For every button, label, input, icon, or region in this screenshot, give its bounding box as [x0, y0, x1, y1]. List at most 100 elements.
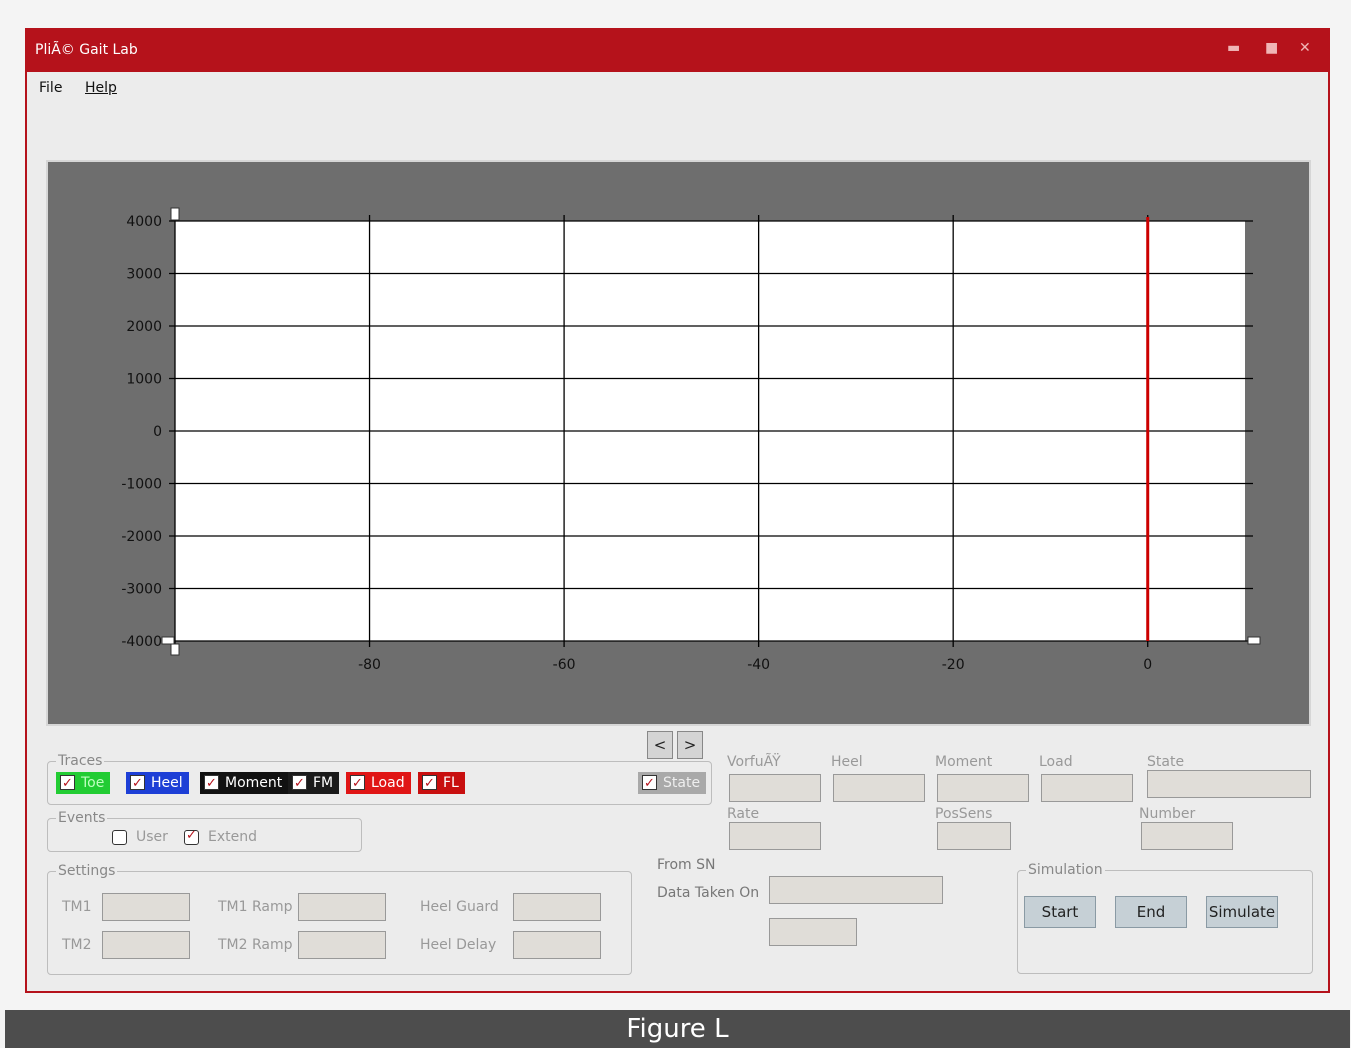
trace-checkbox[interactable]: ✓: [642, 775, 657, 791]
figure-caption: Figure L: [5, 1010, 1350, 1048]
tm1-ramp-field[interactable]: [298, 893, 386, 921]
trace-label: Load: [371, 775, 405, 791]
close-icon[interactable]: ✕: [1299, 40, 1311, 56]
events-legend: Events: [58, 810, 106, 826]
trace-checkbox[interactable]: ✓: [422, 775, 437, 791]
possens-label: PosSens: [935, 806, 993, 822]
check-icon: ✓: [424, 776, 435, 791]
y-tick-label: 2000: [126, 319, 162, 335]
y-tick-label: -3000: [121, 582, 162, 598]
end-button[interactable]: End: [1115, 896, 1187, 928]
minimize-icon[interactable]: ▬: [1227, 40, 1240, 56]
tm1-field[interactable]: [102, 893, 190, 921]
load-readout-field[interactable]: [1041, 774, 1133, 802]
heel-guard-field[interactable]: [513, 893, 601, 921]
from-sn-label: From SN: [657, 857, 716, 873]
title-bar[interactable]: PliÃ© Gait Lab ▬ ■ ✕: [27, 30, 1328, 72]
chart-panel: 4000 3000 2000 1000 0 -1000 -2000 -3000 -4000 -80…: [46, 160, 1311, 726]
rate-field[interactable]: [729, 822, 821, 850]
traces-legend: Traces: [58, 753, 103, 769]
extend-label: Extend: [208, 829, 257, 845]
trace-toggle-heel[interactable]: ✓ Heel: [126, 772, 189, 794]
trace-label: Heel: [151, 775, 183, 791]
number-label: Number: [1139, 806, 1196, 822]
settings-legend: Settings: [58, 863, 116, 879]
x-min-handle[interactable]: [170, 643, 180, 656]
heel-readout-field[interactable]: [833, 774, 925, 802]
simulation-legend: Simulation: [1028, 862, 1103, 878]
extend-checkbox[interactable]: ✓: [184, 828, 199, 845]
trace-toggle-state[interactable]: ✓ State: [638, 772, 707, 794]
settings-group: Settings TM1 TM2 TM1 Ramp TM2 Ramp Heel …: [47, 863, 632, 975]
y-tick-label: 4000: [126, 214, 162, 230]
check-icon: ✓: [62, 776, 73, 791]
heel-guard-label: Heel Guard: [420, 899, 499, 915]
trace-checkbox[interactable]: ✓: [204, 775, 219, 791]
user-checkbox[interactable]: [112, 830, 127, 845]
events-group: Events User ✓ Extend: [47, 810, 362, 852]
x-max-handle[interactable]: [1247, 636, 1261, 645]
start-button[interactable]: Start: [1024, 896, 1096, 928]
tm2-ramp-field[interactable]: [298, 931, 386, 959]
data-taken-on-label: Data Taken On: [657, 885, 760, 901]
tm2-ramp-label: TM2 Ramp: [218, 937, 293, 953]
menu-bar: File Help: [27, 72, 1328, 100]
moment-readout-field[interactable]: [937, 774, 1029, 802]
y-tick-label: -1000: [121, 477, 162, 493]
trace-checkbox[interactable]: ✓: [60, 775, 75, 791]
trace-label: State: [663, 775, 701, 791]
check-icon: ✓: [206, 776, 217, 791]
y-tick-label: 3000: [126, 267, 162, 283]
x-tick-label: -40: [747, 657, 770, 673]
trace-checkbox[interactable]: ✓: [292, 775, 307, 791]
x-tick-label: -80: [358, 657, 381, 673]
load-readout-label: Load: [1039, 754, 1073, 770]
heel-readout-label: Heel: [831, 754, 863, 770]
trace-checkbox[interactable]: ✓: [130, 775, 145, 791]
tm2-field[interactable]: [102, 931, 190, 959]
trace-toggle-toe[interactable]: ✓ Toe: [56, 772, 111, 794]
chart[interactable]: 4000 3000 2000 1000 0 -1000 -2000 -3000 -4000 -80…: [48, 162, 1309, 724]
rate-label: Rate: [727, 806, 760, 822]
trace-label: FL: [443, 775, 459, 791]
state-readout-label: State: [1147, 754, 1185, 770]
simulation-group: Simulation Start End Simulate: [1017, 862, 1313, 974]
y-max-handle[interactable]: [170, 207, 180, 221]
trace-toggle-load[interactable]: ✓ Load: [346, 772, 411, 794]
vorfuss-label: VorfuÃŸ: [727, 754, 781, 770]
possens-field[interactable]: [937, 822, 1011, 850]
check-icon: ✓: [352, 776, 363, 791]
tm1-ramp-label: TM1 Ramp: [218, 899, 293, 915]
check-icon: ✓: [644, 776, 655, 791]
check-icon: ✓: [132, 776, 143, 791]
window-title: PliÃ© Gait Lab: [35, 42, 138, 58]
trace-checkbox[interactable]: ✓: [350, 775, 365, 791]
heel-delay-field[interactable]: [513, 931, 601, 959]
x-tick-label: -60: [553, 657, 576, 673]
number-field[interactable]: [1141, 822, 1233, 850]
user-label: User: [136, 829, 168, 845]
y-tick-label: 1000: [126, 372, 162, 388]
trace-toggle-fm[interactable]: ✓ FM: [288, 772, 340, 794]
trace-label: Toe: [81, 775, 105, 791]
y-tick-label: -4000: [121, 634, 162, 650]
maximize-icon[interactable]: ■: [1265, 40, 1278, 56]
y-min-handle[interactable]: [161, 636, 175, 645]
menu-file[interactable]: File: [39, 80, 62, 96]
trace-toggle-fl[interactable]: ✓ FL: [418, 772, 465, 794]
tm2-label: TM2: [62, 937, 92, 953]
vorfuss-field[interactable]: [729, 774, 821, 802]
trace-label: Moment: [225, 775, 283, 791]
simulate-button[interactable]: Simulate: [1206, 896, 1278, 928]
app-window: PliÃ© Gait Lab ▬ ■ ✕ File Help 4000 3000 2…: [25, 28, 1330, 993]
data-taken-time-field[interactable]: [769, 918, 857, 946]
y-tick-label: 0: [153, 424, 162, 440]
menu-help[interactable]: Help: [85, 80, 117, 96]
moment-readout-label: Moment: [935, 754, 993, 770]
trace-label: FM: [313, 775, 334, 791]
heel-delay-label: Heel Delay: [420, 937, 497, 953]
data-taken-on-field[interactable]: [769, 876, 943, 904]
trace-toggle-moment[interactable]: ✓ Moment: [200, 772, 289, 794]
traces-group: Traces ✓ Toe ✓ Heel ✓ Moment ✓ FM ✓ Load ✓ FL ✓ Stat…: [47, 753, 712, 805]
state-readout-field[interactable]: [1147, 770, 1311, 798]
